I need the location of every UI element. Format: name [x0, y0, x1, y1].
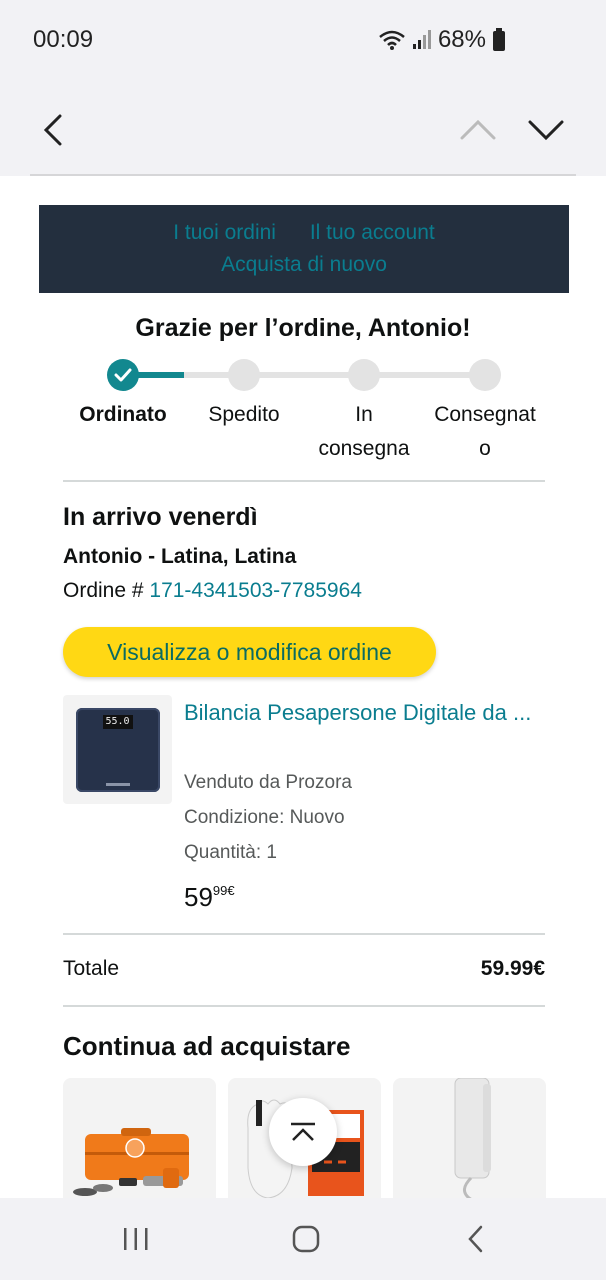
product-seller: Venduto da Prozora	[184, 772, 352, 793]
scroll-top-icon	[291, 1122, 315, 1141]
total-label: Totale	[63, 957, 120, 980]
scroll-to-top-button[interactable]	[269, 1098, 337, 1166]
price-fraction: 99€	[212, 883, 235, 898]
message-nav-bar	[0, 80, 606, 176]
recent-apps-icon[interactable]	[116, 1222, 156, 1256]
divider	[63, 933, 545, 935]
product-price: 5999€	[184, 882, 235, 913]
intercom-phone-image	[454, 1078, 491, 1198]
status-time: 00:09	[33, 26, 94, 53]
product-condition: Condizione: Nuovo	[184, 807, 345, 828]
header-banner: I tuoi ordini Il tuo account Acquista di…	[39, 205, 569, 293]
wifi-icon	[378, 29, 406, 51]
view-or-edit-order-button[interactable]: Visualizza o modifica ordine	[63, 627, 436, 677]
step-label-delivered: Consegnat o	[434, 403, 536, 460]
email-content: I tuoi ordini Il tuo account Acquista di…	[0, 176, 606, 1198]
step-label-out-for-delivery: In consegna	[318, 403, 410, 460]
step-dot-shipped	[228, 359, 260, 391]
bathroom-scale-image: 55.0	[75, 707, 160, 792]
product-title-link[interactable]: Bilancia Pesapersone Digitale da ...	[184, 696, 554, 730]
step-label-ordered: Ordinato	[79, 403, 167, 426]
step-dot-ordered	[107, 359, 139, 391]
signal-icon	[412, 29, 432, 51]
chevron-left-icon[interactable]	[36, 110, 72, 150]
system-nav-bar	[0, 1198, 606, 1280]
battery-icon	[492, 28, 506, 52]
order-number-line: Ordine # 171-4341503-7785964	[63, 579, 362, 603]
battery-percent: 68%	[437, 26, 486, 53]
link-your-account[interactable]: Il tuo account	[310, 221, 435, 244]
recommendation-card-tool-case[interactable]	[63, 1078, 216, 1198]
back-icon[interactable]	[456, 1222, 496, 1256]
scale-display: 55.0	[102, 714, 133, 729]
status-icons: 68%	[378, 26, 506, 54]
tool-case-image	[73, 1128, 189, 1196]
price-whole: 59	[184, 882, 213, 912]
total-value: 59.99€	[480, 957, 545, 980]
link-buy-again[interactable]: Acquista di nuovo	[221, 253, 387, 276]
home-icon[interactable]	[286, 1222, 326, 1256]
order-number-label: Ordine #	[63, 579, 150, 602]
product-image[interactable]: 55.0	[63, 695, 172, 804]
scale-brand-mark	[105, 782, 130, 786]
chevron-down-icon[interactable]	[526, 110, 566, 150]
step-dot-out-for-delivery	[348, 359, 380, 391]
link-your-orders[interactable]: I tuoi ordini	[173, 221, 276, 244]
recipient-address: Antonio - Latina, Latina	[63, 545, 297, 568]
status-bar: 00:09 68%	[0, 0, 606, 80]
arrival-heading: In arrivo venerdì	[63, 503, 258, 531]
product-quantity: Quantità: 1	[184, 842, 277, 863]
thanks-title: Grazie per l’ordine, Antonio!	[135, 314, 471, 342]
recommendation-card-intercom[interactable]	[393, 1078, 546, 1198]
step-dot-delivered	[469, 359, 501, 391]
order-number-link[interactable]: 171-4341503-7785964	[149, 579, 362, 602]
divider	[63, 1005, 545, 1007]
divider	[63, 480, 545, 482]
chevron-up-icon[interactable]	[458, 110, 498, 150]
step-label-shipped: Spedito	[208, 403, 280, 426]
check-icon	[114, 368, 132, 382]
continue-shopping-heading: Continua ad acquistare	[63, 1031, 351, 1061]
